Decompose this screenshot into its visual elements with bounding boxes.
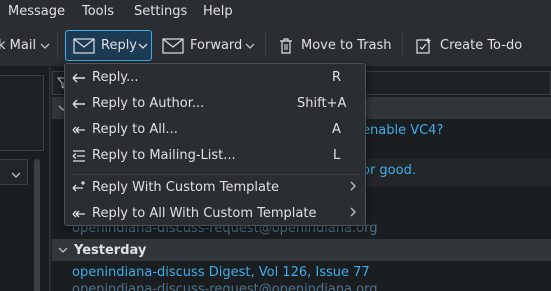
check-mail-label: k Mail	[0, 38, 37, 53]
reply-icon	[72, 71, 86, 85]
chevron-right-icon	[350, 180, 357, 195]
menu-item-reply[interactable]: Reply... R	[66, 65, 364, 91]
chevron-right-icon	[350, 206, 357, 221]
shortcut-label: Shift+A	[297, 96, 347, 111]
reply-all-icon	[72, 207, 86, 221]
toolbar-separator	[265, 33, 266, 57]
folder-pane	[0, 67, 50, 291]
message-sender[interactable]: openindiana-discuss-request@openindiana.…	[72, 282, 377, 291]
message-subject[interactable]: enable VC4?	[362, 123, 443, 138]
trash-icon	[279, 37, 293, 54]
menu-item-label: Reply to Author...	[92, 96, 205, 111]
menu-item-reply-to-author[interactable]: Reply to Author... Shift+A	[66, 91, 364, 117]
shortcut-label: A	[332, 122, 341, 137]
create-todo-button[interactable]: Create To-do	[416, 30, 522, 61]
table-row[interactable]: or good.	[362, 159, 551, 187]
reply-icon	[72, 97, 86, 111]
shortcut-label: L	[333, 148, 341, 163]
message-subject[interactable]: or good.	[362, 163, 416, 178]
menu-help[interactable]: Help	[203, 4, 233, 19]
menu-bar: Message Tools Settings Help	[0, 0, 551, 25]
folder-panel	[0, 75, 44, 151]
menu-item-label: Reply With Custom Template	[92, 180, 280, 195]
reply-button[interactable]: Reply	[65, 30, 152, 61]
menu-item-reply-to-mailing-list[interactable]: Reply to Mailing-List... L	[66, 143, 364, 169]
reply-dropdown-icon[interactable]	[138, 43, 148, 50]
menu-tools[interactable]: Tools	[82, 4, 114, 19]
menu-item-reply-with-custom-template[interactable]: Reply With Custom Template	[66, 175, 364, 201]
reply-template-icon	[72, 181, 86, 195]
toolbar-separator	[402, 33, 403, 57]
reply-label: Reply	[101, 38, 138, 53]
chevron-down-icon[interactable]	[58, 243, 68, 258]
move-to-trash-button[interactable]: Move to Trash	[279, 30, 392, 61]
menu-item-reply-to-all-with-custom-template[interactable]: Reply to All With Custom Template	[66, 201, 364, 227]
reply-all-icon	[72, 123, 86, 137]
forward-envelope-icon	[162, 37, 184, 54]
menu-item-label: Reply to All With Custom Template	[92, 206, 317, 221]
menu-settings[interactable]: Settings	[134, 4, 187, 19]
toolbar: k Mail Reply Forward Move to Trash Creat…	[0, 25, 551, 67]
menu-item-label: Reply...	[92, 70, 139, 85]
menu-message[interactable]: Message	[8, 4, 65, 19]
reply-dropdown-menu: Reply... R Reply to Author... Shift+A Re…	[64, 63, 366, 226]
reply-envelope-icon	[73, 37, 95, 54]
folder-selector[interactable]	[0, 159, 28, 185]
check-mail-button[interactable]: k Mail	[0, 30, 36, 61]
todo-icon	[416, 37, 432, 54]
forward-label: Forward	[190, 38, 243, 53]
shortcut-label: R	[332, 70, 342, 85]
toolbar-separator	[57, 33, 58, 57]
message-subject[interactable]: openindiana-discuss Digest, Vol 126, Iss…	[72, 265, 370, 280]
menu-item-reply-to-all[interactable]: Reply to All... A	[66, 117, 364, 143]
forward-dropdown-icon[interactable]	[245, 39, 255, 54]
check-mail-dropdown-icon[interactable]	[40, 39, 50, 54]
menu-item-label: Reply to All...	[92, 122, 178, 137]
folder-scrollbar[interactable]	[34, 159, 40, 291]
create-todo-label: Create To-do	[440, 38, 523, 53]
chevron-down-icon[interactable]	[11, 168, 21, 183]
forward-button[interactable]: Forward	[162, 30, 242, 61]
menu-item-label: Reply to Mailing-List...	[92, 148, 236, 163]
move-to-trash-label: Move to Trash	[301, 38, 392, 53]
group-header-yesterday[interactable]: Yesterday	[52, 239, 551, 261]
group-label: Yesterday	[74, 242, 147, 258]
mailing-list-reply-icon	[72, 149, 86, 163]
